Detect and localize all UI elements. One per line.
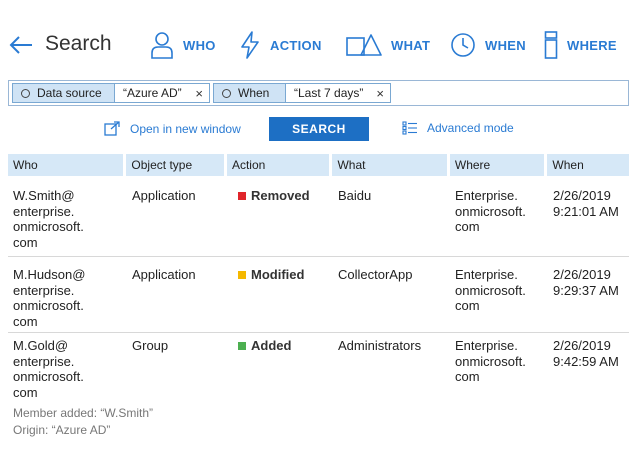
filter-key-label: When [238, 86, 270, 100]
open-new-window-label: Open in new window [130, 121, 241, 136]
nav-where-label: WHERE [567, 37, 617, 53]
nav-who[interactable]: WHO [150, 30, 216, 60]
nav-what[interactable]: WHAT [346, 30, 430, 60]
filter-value[interactable]: “Azure AD” × [115, 83, 210, 103]
column-header-what[interactable]: What [332, 154, 447, 176]
cell-when: 2/26/2019 9:21:01 AM [553, 188, 619, 219]
nav-when-label: WHEN [485, 37, 526, 53]
column-header-action[interactable]: Action [226, 154, 330, 176]
clock-icon [451, 33, 475, 57]
nav-where[interactable]: WHERE [544, 30, 617, 60]
cell-when: 2/26/2019 9:42:59 AM [553, 338, 619, 369]
column-header-who[interactable]: Who [8, 154, 124, 176]
lightning-icon [241, 31, 259, 59]
nav-action-label: ACTION [270, 37, 322, 53]
action-label: Added [251, 338, 292, 353]
radio-icon [21, 88, 30, 98]
filter-chip-when[interactable]: When “Last 7 days” × [213, 83, 391, 103]
nav-action[interactable]: ACTION [239, 30, 322, 60]
detail-origin: Origin: “Azure AD” [13, 422, 111, 437]
external-link-icon [104, 121, 120, 136]
nav-when[interactable]: WHEN [450, 30, 526, 60]
filter-value[interactable]: “Last 7 days” × [286, 83, 391, 103]
close-icon[interactable]: × [376, 86, 384, 101]
person-icon [151, 32, 173, 59]
filter-key[interactable]: Data source [12, 83, 115, 103]
cell-object-type: Application [132, 188, 196, 203]
cell-where: Enterprise. onmicrosoft. com [455, 188, 526, 235]
action-label: Removed [251, 188, 310, 203]
cell-action: Added [238, 338, 291, 354]
cell-action: Modified [238, 267, 304, 283]
column-header-where[interactable]: Where [449, 154, 545, 176]
row-details: Member added: “W.Smith” Origin: “Azure A… [13, 405, 153, 438]
back-arrow-icon[interactable] [8, 33, 34, 57]
cell-where: Enterprise. onmicrosoft. com [455, 338, 526, 385]
status-square-icon [238, 191, 246, 200]
open-new-window-link[interactable]: Open in new window [104, 121, 241, 136]
table-row[interactable]: M.Gold@ enterprise. onmicrosoft. com Gro… [8, 333, 629, 443]
status-square-icon [238, 270, 246, 279]
cell-object-type: Group [132, 338, 169, 353]
advanced-mode-link[interactable]: Advanced mode [402, 121, 514, 135]
header: Search WHO ACTION WHAT WHEN WHERE [0, 0, 640, 80]
server-icon [544, 31, 558, 59]
nav-who-label: WHO [183, 37, 216, 53]
cell-who: W.Smith@ enterprise. onmicrosoft. com [13, 188, 84, 250]
filter-key-label: Data source [37, 86, 102, 100]
table-row[interactable]: W.Smith@ enterprise. onmicrosoft. com Ap… [8, 176, 629, 257]
cell-where: Enterprise. onmicrosoft. com [455, 267, 526, 314]
action-label: Modified [251, 267, 305, 282]
search-button[interactable]: SEARCH [269, 117, 369, 141]
status-square-icon [238, 341, 246, 350]
search-bar[interactable]: Data source “Azure AD” × When “Last 7 da… [8, 80, 629, 106]
advanced-mode-label: Advanced mode [427, 121, 514, 135]
cell-object-type: Application [132, 267, 196, 282]
shapes-icon [346, 34, 382, 56]
radio-icon [222, 88, 231, 98]
detail-member-added: Member added: “W.Smith” [13, 406, 154, 420]
page-title: Search [45, 32, 112, 55]
table-header: Who Object type Action What Where When [8, 154, 629, 176]
cell-what: CollectorApp [338, 267, 413, 282]
cell-who: M.Gold@ enterprise. onmicrosoft. com [13, 338, 84, 400]
nav-what-label: WHAT [391, 37, 431, 53]
cell-what: Baidu [338, 188, 372, 203]
cell-action: Removed [238, 188, 310, 204]
list-icon [402, 121, 417, 135]
cell-what: Administrators [338, 338, 422, 353]
table-row[interactable]: M.Hudson@ enterprise. onmicrosoft. com A… [8, 257, 629, 333]
cell-who: M.Hudson@ enterprise. onmicrosoft. com [13, 267, 86, 329]
filter-chip-data-source[interactable]: Data source “Azure AD” × [12, 83, 210, 103]
column-header-object-type[interactable]: Object type [126, 154, 224, 176]
filter-value-text: “Last 7 days” [294, 86, 364, 100]
actions-row: Open in new window SEARCH Advanced mode [0, 116, 640, 142]
column-header-when[interactable]: When [547, 154, 629, 176]
filter-key[interactable]: When [213, 83, 286, 103]
filter-value-text: “Azure AD” [123, 86, 182, 100]
cell-when: 2/26/2019 9:29:37 AM [553, 267, 619, 298]
results-table: Who Object type Action What Where When W… [8, 154, 629, 443]
close-icon[interactable]: × [195, 86, 203, 101]
